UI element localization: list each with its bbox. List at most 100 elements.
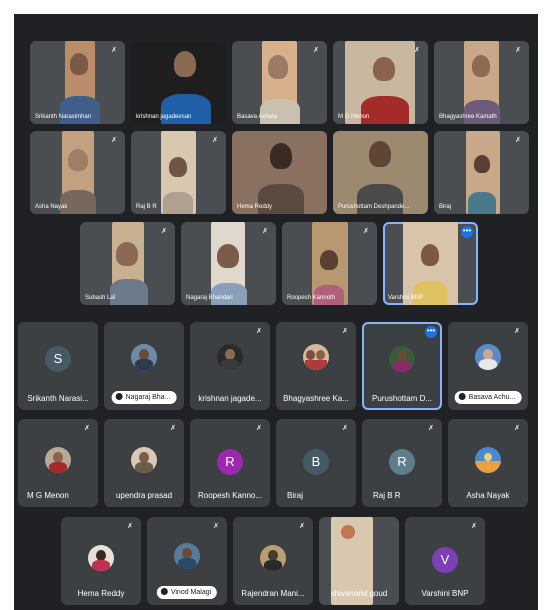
participant-name: Varshini BNP bbox=[421, 589, 469, 598]
participant-name: Subash Lal bbox=[85, 295, 116, 301]
avatar bbox=[88, 545, 114, 571]
participant-tile-rajbr-2[interactable]: R ✗ Raj B R bbox=[362, 419, 442, 507]
participant-tile-varshini-2[interactable]: V ✗ Varshini BNP bbox=[405, 517, 485, 605]
participant-tile-basava-2[interactable]: ✗ Basava Achu... bbox=[448, 322, 528, 410]
mic-off-icon[interactable]: ✗ bbox=[513, 136, 523, 146]
avatar bbox=[217, 344, 243, 370]
participant-tile-nagaraj[interactable]: ✗ Nagaraj Bhandari bbox=[181, 222, 276, 305]
mic-off-icon[interactable]: ✗ bbox=[210, 136, 220, 146]
avatar bbox=[303, 344, 329, 370]
avatar: R bbox=[217, 449, 243, 475]
avatar: V bbox=[432, 547, 458, 573]
mic-off-icon[interactable]: ✗ bbox=[512, 327, 522, 337]
participant-tile-subash[interactable]: ✗ Subash Lal bbox=[80, 222, 175, 305]
participant-name: krishnan jagadeesan bbox=[136, 114, 192, 120]
participant-name: Basava Achuta bbox=[237, 114, 278, 120]
participant-name: Purushottam D... bbox=[371, 394, 433, 403]
participant-tile-asha-2[interactable]: ✗ Asha Nayak bbox=[448, 419, 528, 507]
avatar: B bbox=[303, 449, 329, 475]
participant-tile-roopesh[interactable]: ✗ Roopesh Kannoth bbox=[282, 222, 377, 305]
mic-off-icon[interactable]: ✗ bbox=[109, 46, 119, 56]
participant-tile-shivanand[interactable]: shivanand goud bbox=[319, 517, 399, 605]
participant-tile-rajbr[interactable]: ✗ Raj B R bbox=[131, 131, 226, 214]
mic-off-icon[interactable]: ✗ bbox=[512, 424, 522, 434]
avatar bbox=[475, 344, 501, 370]
participant-tile-rajendran[interactable]: ✗ Rajendran Mani... bbox=[233, 517, 313, 605]
participant-tile-srikanth-2[interactable]: S Srikanth Narasi... bbox=[18, 322, 98, 410]
participant-name: Roopesh Kanno... bbox=[197, 491, 263, 500]
mic-off-icon[interactable]: ✗ bbox=[159, 227, 169, 237]
participant-name: shivanand goud bbox=[330, 589, 388, 598]
mic-off-icon[interactable]: ✗ bbox=[426, 424, 436, 434]
participant-name: Asha Nayak bbox=[466, 491, 510, 500]
mic-off-icon[interactable]: ✗ bbox=[340, 327, 350, 337]
mic-off-icon[interactable]: ✗ bbox=[297, 522, 307, 532]
participant-tile-hema[interactable]: Hema Reddy bbox=[232, 131, 327, 214]
participant-tile-purushottam[interactable]: Purushottam Deshpande... bbox=[333, 131, 428, 214]
participant-tile-vinod[interactable]: ✗ Vinod Malagi bbox=[147, 517, 227, 605]
more-options-icon[interactable]: ••• bbox=[461, 226, 473, 238]
mic-off-icon[interactable]: ✗ bbox=[254, 327, 264, 337]
participant-name: Rajendran Mani... bbox=[241, 589, 305, 598]
participant-name: M G Menon bbox=[27, 491, 69, 500]
participant-name: Biraj bbox=[439, 204, 452, 210]
participant-tile-bhagyashree[interactable]: ✗ Bhagyashree Kamath bbox=[434, 41, 529, 124]
avatar bbox=[475, 447, 501, 473]
mic-off-icon[interactable]: ✗ bbox=[125, 522, 135, 532]
participant-name: Hema Reddy bbox=[77, 589, 125, 598]
participant-name: Hema Reddy bbox=[237, 204, 273, 210]
mic-off-icon[interactable]: ✗ bbox=[168, 424, 178, 434]
participant-name: M G Menon bbox=[338, 114, 370, 120]
meeting-screen: ✗ Srikanth Narasimhan krishnan jagadeesa… bbox=[14, 14, 538, 610]
mic-off-icon[interactable]: ✗ bbox=[82, 424, 92, 434]
avatar bbox=[131, 344, 157, 370]
participant-tile-roopesh-2[interactable]: R ✗ Roopesh Kanno... bbox=[190, 419, 270, 507]
participant-tile-krishnan-2[interactable]: ✗ krishnan jagade... bbox=[190, 322, 270, 410]
participant-tile-upendra[interactable]: ✗ upendra prasad bbox=[104, 419, 184, 507]
mic-off-icon[interactable]: ✗ bbox=[340, 424, 350, 434]
participant-name: Nagaraj Bha... bbox=[125, 394, 171, 401]
avatar bbox=[260, 545, 286, 571]
mic-off-icon[interactable]: ✗ bbox=[412, 46, 422, 56]
participant-tile-mgmenon[interactable]: ✗ M G Menon bbox=[333, 41, 428, 124]
name-pill: Nagaraj Bha... bbox=[111, 391, 177, 404]
participant-tile-varshini[interactable]: ••• Varshini BNP bbox=[383, 222, 478, 305]
participant-name: Bhagyashree Kamath bbox=[439, 114, 497, 120]
participant-name: Roopesh Kannoth bbox=[287, 295, 336, 301]
mic-off-icon[interactable]: ✗ bbox=[469, 522, 479, 532]
participant-name: Purushottam Deshpande... bbox=[338, 204, 410, 210]
avatar bbox=[174, 543, 200, 569]
avatar bbox=[45, 447, 71, 473]
participant-tile-nagaraj-2[interactable]: Nagaraj Bha... bbox=[104, 322, 184, 410]
participant-tile-purushottam-2[interactable]: ••• Purushottam D... bbox=[362, 322, 442, 410]
mic-off-icon[interactable]: ✗ bbox=[311, 46, 321, 56]
more-options-icon[interactable]: ••• bbox=[425, 326, 437, 338]
mic-off-icon[interactable]: ✗ bbox=[254, 424, 264, 434]
participant-tile-basava[interactable]: ✗ Basava Achuta bbox=[232, 41, 327, 124]
participant-tile-asha[interactable]: ✗ Asha Nayak bbox=[30, 131, 125, 214]
participant-tile-biraj-2[interactable]: B ✗ Biraj bbox=[276, 419, 356, 507]
participant-name: krishnan jagade... bbox=[198, 394, 262, 403]
avatar bbox=[131, 447, 157, 473]
mic-off-icon[interactable]: ✗ bbox=[260, 227, 270, 237]
participant-name: Basava Achu... bbox=[468, 394, 516, 401]
participant-name: Srikanth Narasimhan bbox=[35, 114, 92, 120]
participant-name: Nagaraj Bhandari bbox=[186, 295, 233, 301]
participant-tile-krishnan[interactable]: krishnan jagadeesan bbox=[131, 41, 226, 124]
participant-tile-hema-2[interactable]: ✗ Hema Reddy bbox=[61, 517, 141, 605]
participant-tile-biraj[interactable]: ✗ Biraj bbox=[434, 131, 529, 214]
participant-name: Vinod Malagi bbox=[170, 589, 212, 596]
participant-name: Raj B R bbox=[373, 491, 401, 500]
name-pill: Vinod Malagi bbox=[156, 586, 218, 599]
participant-name: Bhagyashree Ka... bbox=[283, 394, 349, 403]
mic-off-icon[interactable]: ✗ bbox=[109, 136, 119, 146]
participant-tile-bhagyashree-2[interactable]: ✗ Bhagyashree Ka... bbox=[276, 322, 356, 410]
participant-name: Raj B R bbox=[136, 204, 157, 210]
avatar: S bbox=[45, 346, 71, 372]
participant-tile-mgmenon-2[interactable]: ✗ M G Menon bbox=[18, 419, 98, 507]
mic-off-icon[interactable]: ✗ bbox=[361, 227, 371, 237]
mic-off-icon[interactable]: ✗ bbox=[211, 522, 221, 532]
avatar bbox=[389, 346, 415, 372]
mic-off-icon[interactable]: ✗ bbox=[513, 46, 523, 56]
participant-tile-srikanth[interactable]: ✗ Srikanth Narasimhan bbox=[30, 41, 125, 124]
